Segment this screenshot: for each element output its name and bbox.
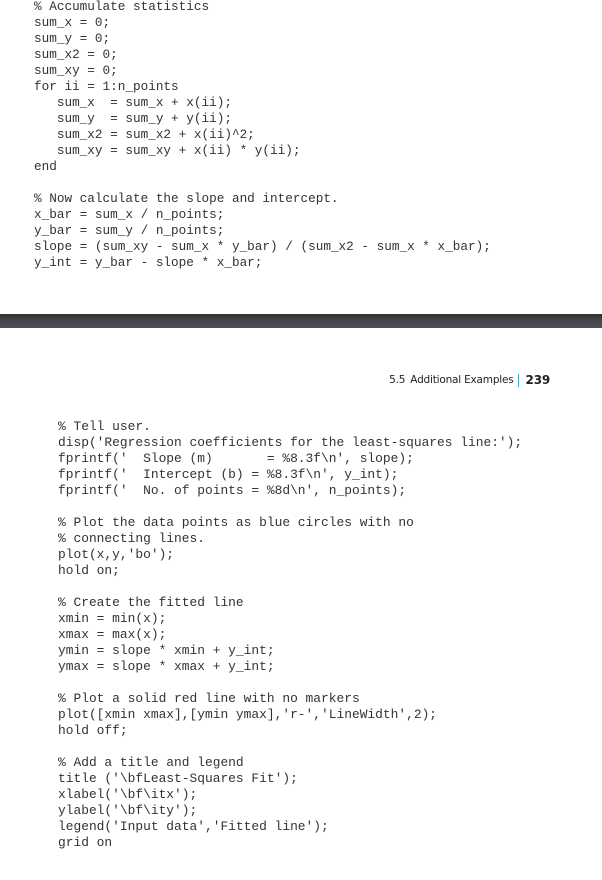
running-head: 5.5 Additional Examples 239: [389, 373, 550, 387]
code-line: % Accumulate statistics: [34, 0, 210, 14]
code-line: plot(x,y,'bo');: [58, 547, 175, 562]
code-line: sum_y = sum_y + y(ii);: [34, 111, 232, 126]
code-line: xlabel('\bf\itx');: [58, 787, 198, 802]
page-divider: [0, 314, 602, 328]
code-line: sum_x = 0;: [34, 15, 111, 30]
code-line: hold off;: [58, 723, 128, 738]
page-number: 239: [525, 373, 551, 387]
code-line: fprintf(' Intercept (b) = %8.3f\n', y_in…: [58, 467, 399, 482]
code-line: slope = (sum_xy - sum_x * y_bar) / (sum_…: [34, 239, 491, 254]
code-line: sum_xy = 0;: [34, 63, 118, 78]
running-head-separator: [517, 373, 519, 387]
code-line: % Plot the data points as blue circles w…: [58, 515, 414, 530]
code-line: fprintf(' Slope (m) = %8.3f\n', slope);: [58, 451, 414, 466]
code-line: % connecting lines.: [58, 531, 205, 546]
code-line: fprintf(' No. of points = %8d\n', n_poin…: [58, 483, 407, 498]
code-line: % Add a title and legend: [58, 755, 244, 770]
code-line: xmin = min(x);: [58, 611, 167, 626]
code-line: sum_x2 = sum_x2 + x(ii)^2;: [34, 127, 255, 142]
code-listing-bottom: % Tell user. disp('Regression coefficient…: [58, 419, 522, 851]
code-line: % Tell user.: [58, 419, 151, 434]
code-line: grid on: [58, 835, 113, 850]
code-line: y_int = y_bar - slope * x_bar;: [34, 255, 263, 270]
code-line: x_bar = sum_x / n_points;: [34, 207, 225, 222]
code-line: end: [34, 159, 57, 174]
section-title: Additional Examples: [410, 374, 514, 386]
code-line: sum_x2 = 0;: [34, 47, 118, 62]
code-line: % Create the fitted line: [58, 595, 244, 610]
code-line: legend('Input data','Fitted line');: [58, 819, 329, 834]
code-line: hold on;: [58, 563, 120, 578]
code-listing-top: % Accumulate statistics sum_x = 0; sum_y =…: [34, 0, 491, 271]
section-number: 5.5: [389, 374, 406, 386]
code-line: % Plot a solid red line with no markers: [58, 691, 360, 706]
code-line: sum_x = sum_x + x(ii);: [34, 95, 232, 110]
code-line: ylabel('\bf\ity');: [58, 803, 198, 818]
code-line: ymax = slope * xmax + y_int;: [58, 659, 275, 674]
code-line: sum_xy = sum_xy + x(ii) * y(ii);: [34, 143, 301, 158]
page-top: % Accumulate statistics sum_x = 0; sum_y =…: [0, 0, 602, 314]
code-line: for ii = 1:n_points: [34, 79, 179, 94]
code-line: plot([xmin xmax],[ymin ymax],'r-','LineW…: [58, 707, 438, 722]
code-line: disp('Regression coefficients for the le…: [58, 435, 523, 450]
code-line: xmax = max(x);: [58, 627, 167, 642]
code-line: title ('\bfLeast-Squares Fit');: [58, 771, 298, 786]
code-line: % Now calculate the slope and intercept.: [34, 191, 339, 206]
code-line: sum_y = 0;: [34, 31, 111, 46]
code-line: y_bar = sum_y / n_points;: [34, 223, 225, 238]
code-line: ymin = slope * xmin + y_int;: [58, 643, 275, 658]
page-bottom: 5.5 Additional Examples 239 % Tell user.…: [0, 328, 602, 880]
